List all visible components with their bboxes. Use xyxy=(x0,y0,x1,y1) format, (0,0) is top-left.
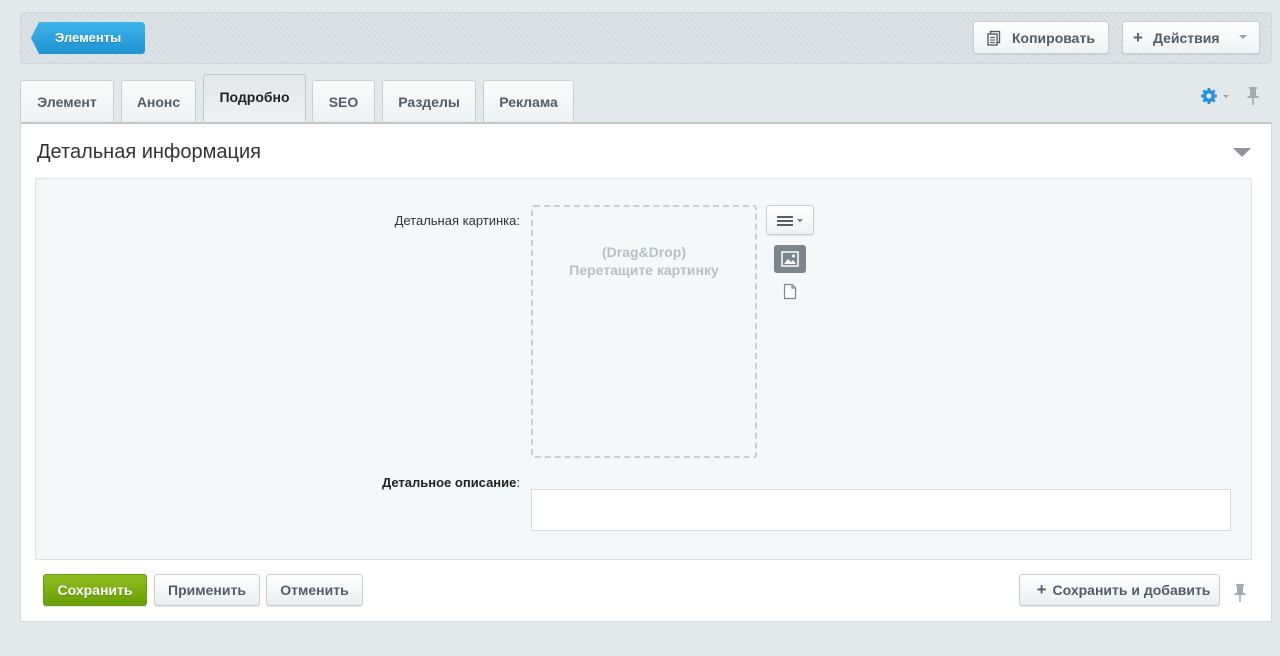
cancel-button[interactable]: Отменить xyxy=(266,574,363,606)
section-title: Детальная информация xyxy=(37,141,261,163)
top-toolbar: Элементы Копировать + Действия xyxy=(20,12,1272,64)
pin-icon[interactable] xyxy=(1246,86,1260,106)
save-and-add-button[interactable]: + Сохранить и добавить xyxy=(1019,574,1220,606)
settings-menu[interactable] xyxy=(1200,87,1234,105)
tab-seo[interactable]: SEO xyxy=(312,80,375,122)
copy-button-label: Копировать xyxy=(1012,29,1095,46)
actions-button-label: Действия xyxy=(1152,29,1220,46)
file-icon[interactable] xyxy=(783,283,797,300)
actions-button[interactable]: + Действия xyxy=(1122,21,1260,54)
back-button-label: Элементы xyxy=(55,30,122,45)
gear-icon xyxy=(1201,88,1217,104)
detail-description-input[interactable] xyxy=(531,489,1231,531)
dropzone-line2: Перетащите картинку xyxy=(569,262,719,278)
chevron-down-icon xyxy=(1223,95,1229,98)
collapse-triangle-icon[interactable] xyxy=(1233,148,1251,157)
chevron-down-icon xyxy=(1239,35,1247,39)
detail-picture-label-text: Детальная картинка xyxy=(394,213,517,228)
copy-button[interactable]: Копировать xyxy=(973,21,1109,54)
tab-advertising[interactable]: Реклама xyxy=(483,80,574,122)
image-button[interactable] xyxy=(774,245,806,273)
image-icon xyxy=(781,251,799,267)
apply-button[interactable]: Применить xyxy=(154,574,260,606)
copy-icon xyxy=(987,30,1001,46)
picture-dropzone[interactable]: (Drag&Drop) Перетащите картинку xyxy=(531,205,757,458)
detail-picture-label: Детальная картинка: xyxy=(395,213,520,228)
detail-description-label: Детальное описание: xyxy=(382,475,520,490)
label-colon: : xyxy=(516,213,520,228)
plus-icon: + xyxy=(1133,28,1143,47)
plus-icon: + xyxy=(1036,580,1047,599)
detail-description-label-text: Детальное описание xyxy=(381,475,517,490)
save-and-add-label: Сохранить и добавить xyxy=(1052,582,1211,598)
tab-announce[interactable]: Анонс xyxy=(121,80,196,122)
form-area: Детальная картинка: (Drag&Drop) Перетащи… xyxy=(35,178,1252,560)
menu-icon xyxy=(777,216,803,226)
pin-icon[interactable] xyxy=(1233,583,1247,603)
save-button[interactable]: Сохранить xyxy=(43,574,147,606)
tab-sections[interactable]: Разделы xyxy=(382,80,476,122)
dropzone-line1: (Drag&Drop) xyxy=(602,244,686,260)
tab-element[interactable]: Элемент xyxy=(20,80,114,122)
details-panel: Детальная информация Детальная картинка:… xyxy=(20,122,1272,622)
tab-details[interactable]: Подробно xyxy=(203,74,306,122)
picture-menu-button[interactable] xyxy=(766,205,814,235)
label-colon: : xyxy=(516,475,520,490)
elements-back-button[interactable]: Элементы xyxy=(31,22,145,54)
